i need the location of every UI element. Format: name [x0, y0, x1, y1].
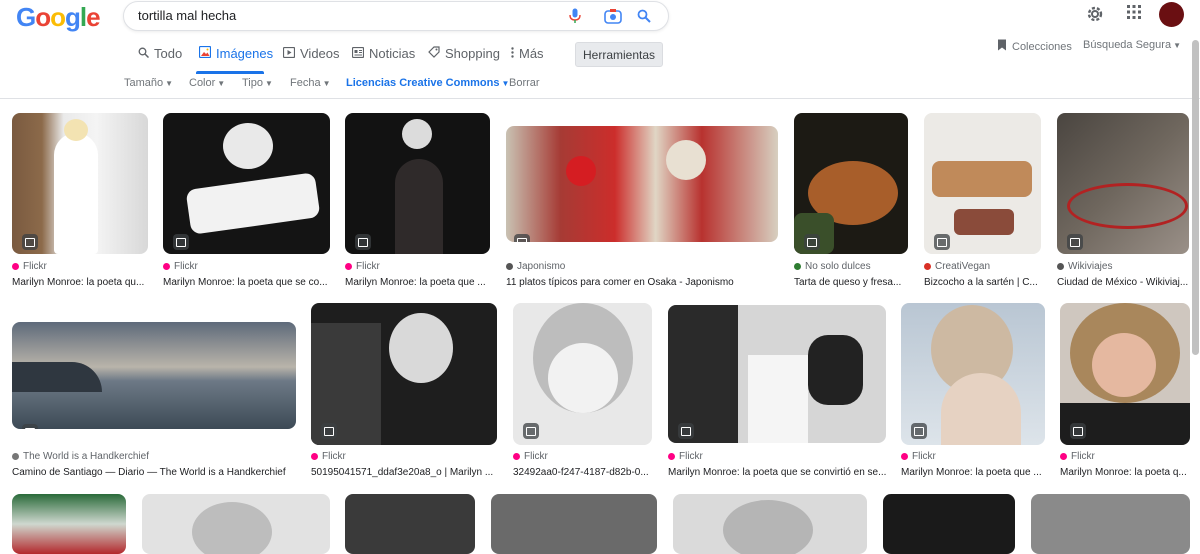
apps-grid-icon[interactable]	[1126, 4, 1142, 25]
result-image[interactable]	[901, 303, 1045, 445]
result-title[interactable]: 11 platos típicos para comer en Osaka - …	[506, 277, 778, 288]
result-image[interactable]	[491, 494, 657, 554]
result-title[interactable]: Marilyn Monroe: la poeta que se co...	[163, 277, 330, 288]
result-image[interactable]	[1057, 113, 1189, 254]
result-image[interactable]	[12, 322, 296, 429]
scrollbar[interactable]	[1192, 40, 1199, 355]
filter-label: Fecha	[290, 77, 321, 89]
filter-label: Tipo	[242, 77, 263, 89]
filter-date[interactable]: Fecha ▼	[290, 77, 331, 89]
filter-label: Tamaño	[124, 77, 164, 89]
result-source: Flickr	[163, 261, 330, 272]
tab-noticias[interactable]: Noticias	[351, 46, 416, 61]
result-image[interactable]	[12, 494, 126, 554]
result-source: Flickr	[668, 451, 886, 462]
result-source: CreatiVegan	[924, 261, 1041, 272]
news-icon	[351, 46, 365, 61]
result-source: No solo dulces	[794, 261, 908, 272]
header: Google tortilla mal hecha Todo Imágenes …	[0, 0, 1200, 99]
safe-search-menu[interactable]: Búsqueda Segura ▼	[1083, 39, 1181, 51]
result-image[interactable]	[506, 126, 778, 242]
result-image[interactable]	[163, 113, 330, 254]
result-image[interactable]	[142, 494, 330, 554]
safe-search-label: Búsqueda Segura	[1083, 39, 1172, 51]
result-image[interactable]	[1060, 303, 1190, 445]
result-source: Flickr	[513, 451, 652, 462]
tab-label: Imágenes	[216, 46, 274, 61]
image-icon	[198, 45, 212, 61]
result-image[interactable]	[345, 113, 490, 254]
google-logo[interactable]: Google	[16, 2, 101, 33]
result-image[interactable]	[924, 113, 1041, 254]
result-source: The World is a Handkerchief	[12, 451, 296, 462]
search-icon[interactable]	[634, 6, 654, 26]
filter-color[interactable]: Color ▼	[189, 77, 225, 89]
result-image[interactable]	[794, 113, 908, 254]
result-title[interactable]: Tarta de queso y fresa...	[794, 277, 908, 288]
collections-label: Colecciones	[1012, 40, 1072, 53]
result-title[interactable]: Marilyn Monroe: la poeta q...	[1060, 467, 1190, 478]
result-title[interactable]: Ciudad de México - Wikiviaj...	[1057, 277, 1189, 288]
result-title[interactable]: Marilyn Monroe: la poeta qu...	[12, 277, 148, 288]
bookmark-icon	[997, 39, 1007, 54]
result-image[interactable]	[673, 494, 867, 554]
chevron-down-icon: ▼	[265, 79, 273, 88]
tab-label: Videos	[300, 46, 340, 61]
result-source: Flickr	[345, 261, 490, 272]
result-source: Flickr	[901, 451, 1045, 462]
tab-label: Noticias	[369, 46, 416, 61]
chevron-down-icon: ▼	[1173, 41, 1181, 50]
account-avatar[interactable]	[1159, 2, 1184, 27]
tab-label: Todo	[154, 46, 183, 61]
microphone-icon[interactable]	[565, 6, 585, 26]
result-image[interactable]	[513, 303, 652, 445]
tab-label: Más	[519, 46, 544, 61]
more-dots-icon	[511, 46, 514, 61]
result-source: Flickr	[12, 261, 148, 272]
result-image[interactable]	[311, 303, 497, 445]
result-image[interactable]	[883, 494, 1015, 554]
result-title[interactable]: 50195041571_ddaf3e20a8_o | Marilyn ...	[311, 467, 497, 478]
tab-videos[interactable]: Videos	[282, 46, 340, 61]
filter-clear[interactable]: Borrar	[509, 77, 540, 89]
tools-button[interactable]: Herramientas	[575, 42, 663, 67]
tab-imagenes[interactable]: Imágenes	[198, 45, 274, 61]
tab-shopping[interactable]: Shopping	[428, 46, 500, 61]
result-image[interactable]	[12, 113, 148, 254]
search-icon	[138, 46, 150, 61]
result-title[interactable]: Marilyn Monroe: la poeta que ...	[345, 277, 490, 288]
result-title[interactable]: Marilyn Monroe: la poeta que ...	[901, 467, 1045, 478]
tab-todo[interactable]: Todo	[138, 46, 182, 61]
filter-label: Borrar	[509, 77, 540, 89]
camera-lens-icon[interactable]	[603, 6, 623, 26]
filter-type[interactable]: Tipo ▼	[242, 77, 273, 89]
result-image[interactable]	[1031, 494, 1190, 554]
filter-size[interactable]: Tamaño ▼	[124, 77, 173, 89]
filter-license[interactable]: Licencias Creative Commons ▼	[346, 77, 509, 89]
search-box[interactable]: tortilla mal hecha	[123, 1, 669, 31]
tab-label: Shopping	[445, 46, 500, 61]
search-input[interactable]: tortilla mal hecha	[138, 8, 236, 23]
video-icon	[282, 46, 296, 61]
filter-label: Licencias Creative Commons	[346, 77, 500, 89]
result-title[interactable]: Bizcocho a la sartén | C...	[924, 277, 1041, 288]
tab-mas[interactable]: Más	[511, 46, 544, 61]
chevron-down-icon: ▼	[217, 79, 226, 88]
result-image[interactable]	[668, 305, 886, 443]
result-source: Wikiviajes	[1057, 261, 1189, 272]
result-title[interactable]: Marilyn Monroe: la poeta que se convirti…	[668, 467, 886, 478]
filter-label: Color	[189, 77, 216, 89]
settings-gear-icon[interactable]	[1085, 4, 1105, 29]
chevron-down-icon: ▼	[165, 79, 174, 88]
active-tab-indicator	[196, 71, 264, 74]
result-source: Japonismo	[506, 261, 778, 272]
collections-link[interactable]: Colecciones	[997, 39, 1072, 54]
chevron-down-icon: ▼	[322, 79, 331, 88]
result-source: Flickr	[311, 451, 497, 462]
tag-icon	[428, 46, 440, 61]
result-image[interactable]	[345, 494, 475, 554]
result-title[interactable]: 32492aa0-f247-4187-d82b-0...	[513, 467, 652, 478]
result-source: Flickr	[1060, 451, 1190, 462]
result-title[interactable]: Camino de Santiago — Diario — The World …	[12, 467, 296, 478]
